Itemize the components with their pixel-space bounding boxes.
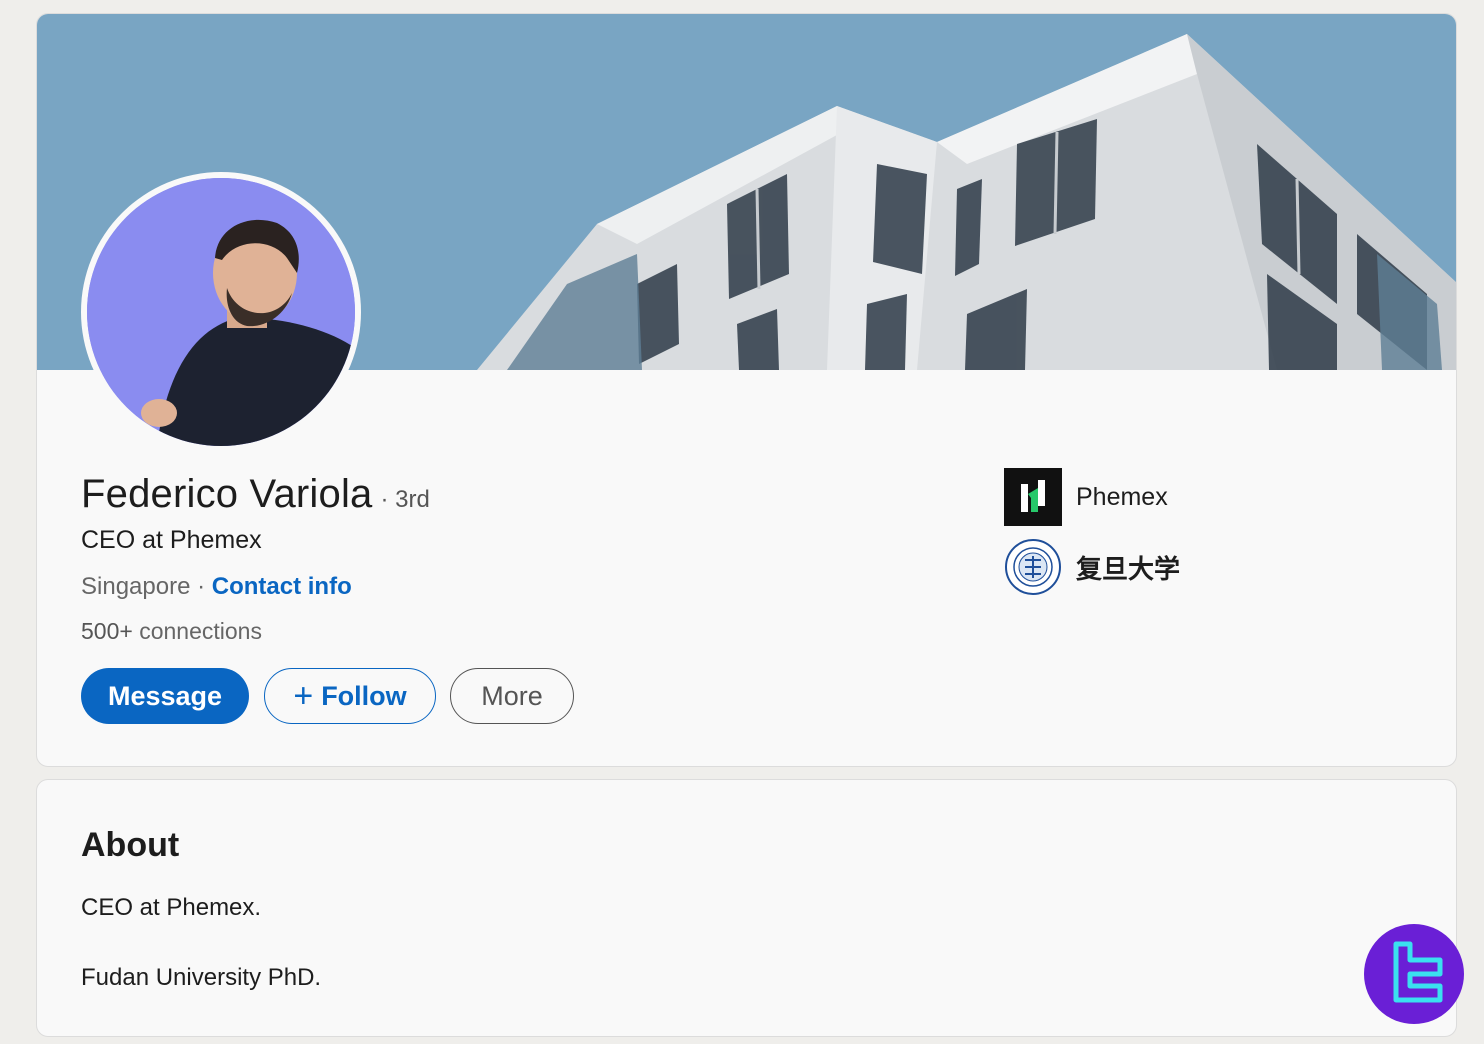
company-name: Phemex [1076,482,1168,511]
profile-photo [87,178,355,446]
connection-degree: · 3rd [380,486,430,513]
current-company-phemex[interactable]: Phemex [1004,468,1168,526]
profile-avatar[interactable] [81,172,361,452]
profile-headline: CEO at Phemex [81,526,262,554]
contact-info-link[interactable]: Contact info [212,573,352,600]
more-button-label: More [481,680,543,711]
plus-icon: + [293,677,314,715]
school-name: 复旦大学 [1076,554,1181,585]
connections-count: 500+ connections [81,618,262,645]
profile-card: Federico Variola · 3rd CEO at Phemex Sin… [36,13,1457,767]
location-row: Singapore · Contact info [81,573,352,601]
fudan-seal-icon [1005,539,1061,595]
message-button[interactable]: Message [81,668,249,724]
name-row: Federico Variola · 3rd [81,472,430,517]
brand-watermark-logo [1364,924,1464,1024]
profile-location: Singapore · [81,573,206,600]
profile-name: Federico Variola [81,472,373,516]
about-text-line: Fudan University PhD. [81,964,322,991]
about-heading: About [81,826,180,864]
phemex-logo-icon [1004,468,1062,526]
follow-button[interactable]: + Follow [264,668,436,724]
message-button-label: Message [107,680,223,711]
about-text-line: CEO at Phemex. [81,894,262,921]
education-fudan-university[interactable]: 复旦大学 [1004,538,1180,596]
connections-label: connections [139,618,262,644]
more-button[interactable]: More [450,668,574,724]
about-section: About CEO at Phemex. Fudan University Ph… [36,779,1457,1037]
connections-number: 500+ [81,618,133,644]
follow-button-label: Follow [321,680,407,711]
